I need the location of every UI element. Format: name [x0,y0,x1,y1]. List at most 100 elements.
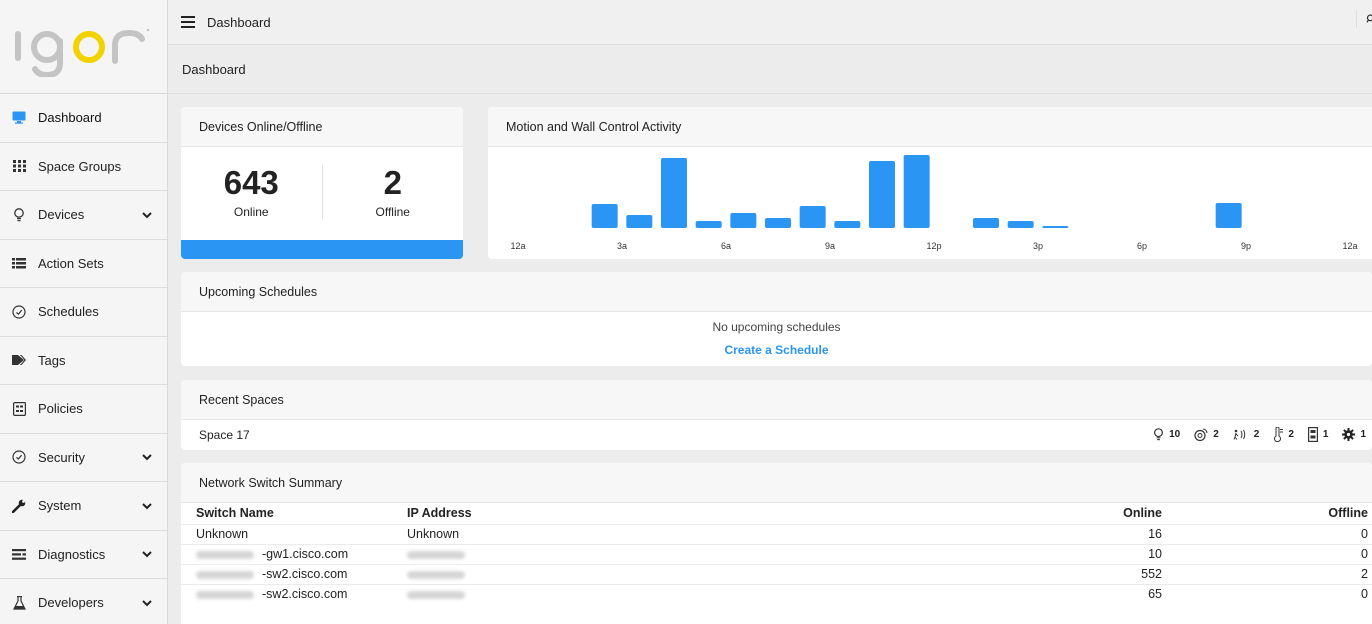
recent-spaces-card: Recent Spaces Space 17 10 2 2 2 1 1 [181,380,1372,450]
offline-count: 0 [1162,523,1372,544]
column-header-offline[interactable]: Offline [1162,503,1372,524]
activity-bar-1p[interactable] [973,218,999,228]
activity-bar-4a[interactable] [661,158,687,228]
switch-name-cell: -sw2.cisco.com [181,583,392,604]
activity-bar-11a[interactable] [903,155,930,228]
redacted-text [407,590,465,599]
sidebar-item-schedules[interactable]: Schedules [0,288,167,337]
offline-count: 2 [383,163,402,201]
ip-address: Unknown [392,523,862,544]
sidebar-item-label: Dashboard [38,110,102,126]
online-ratio-bar [181,240,463,259]
table-row[interactable]: -sw2.cisco.com 65 0 [181,583,1372,604]
space-device-stats: 10 2 2 2 1 1 [1153,427,1372,442]
sidebar-item-policies[interactable]: Policies [0,385,167,434]
stat-value: 2 [1253,429,1260,440]
activity-bar-2p[interactable] [1007,221,1034,228]
column-header-online[interactable]: Online [862,503,1162,524]
activity-bar-8a[interactable] [799,206,826,228]
offline-count: 2 [1162,563,1372,584]
breadcrumb-current: Dashboard [182,62,246,77]
sidebar-item-label: System [38,498,82,514]
policy-icon [12,401,26,416]
x-tick-label: 12a [510,241,525,251]
sidebar-item-system[interactable]: System [0,482,167,531]
igor-logo[interactable]: igor [0,0,167,94]
x-tick-label: 9p [1241,241,1251,251]
network-switch-summary-card: Network Switch Summary Switch Name IP Ad… [181,463,1372,624]
chevron-down-icon[interactable] [141,209,153,221]
activity-bar-chart: 12a 3a 6a 9a 12p 3p 6p 9p 12a [510,155,1358,251]
sidebar-item-space-groups[interactable]: Space Groups [0,143,167,191]
search-icon[interactable] [1356,10,1372,28]
activity-bar-6a[interactable] [730,213,757,228]
online-count: 10 [862,543,1162,564]
gear-icon [1342,428,1356,441]
space-name[interactable]: Space 17 [199,428,1153,442]
card-title: Devices Online/Offline [181,107,463,147]
header-title: Dashboard [207,14,271,30]
stat-sensors: 2 [1194,428,1219,441]
sidebar-item-devices[interactable]: Devices [0,191,167,240]
activity-bar-3p[interactable] [1042,226,1069,228]
table-row[interactable]: -sw2.cisco.com 552 2 [181,563,1372,584]
redacted-text [407,550,465,559]
hamburger-menu-icon[interactable] [181,16,195,28]
wrench-icon [12,499,26,513]
stat-motion: 2 [1233,429,1260,440]
chevron-down-icon[interactable] [141,548,153,560]
sidebar-item-label: Developers [38,595,104,611]
shield-icon [12,450,26,464]
x-tick-label: 3a [617,241,627,251]
table-row[interactable]: Unknown Unknown 16 0 [181,523,1372,544]
devices-online-offline-card: Devices Online/Offline 643 Online 2 Offl… [181,107,463,259]
table-row[interactable]: -gw1.cisco.com 10 0 [181,543,1372,564]
online-label: Online [233,205,269,220]
stat-wall-controls: 1 [1307,427,1329,442]
network-switch-table: Switch Name IP Address Online Offline Un… [181,503,1372,604]
stat-value: 1 [1322,429,1329,440]
upcoming-schedules-card: Upcoming Schedules No upcoming schedules… [181,272,1372,366]
motion-wall-control-activity-card: Motion and Wall Control Activity 12a 3a 6a… [488,107,1372,259]
stat-value: 2 [1213,429,1219,440]
sidebar-item-security[interactable]: Security [0,434,167,482]
column-header-switch-name[interactable]: Switch Name [181,503,392,524]
sidebar-item-tags[interactable]: Tags [0,337,167,385]
activity-bar-5a[interactable] [695,221,722,228]
ip-address-cell [392,543,862,564]
offline-count: 0 [1162,583,1372,604]
activity-bar-10a[interactable] [869,161,895,228]
sidebar-item-diagnostics[interactable]: Diagnostics [0,531,167,579]
activity-bar-2a[interactable] [591,204,618,228]
redacted-text [196,550,254,559]
switch-name: -gw1.cisco.com [262,547,349,561]
ip-address-cell [392,563,862,584]
chevron-down-icon[interactable] [141,451,153,463]
redacted-text [407,570,465,579]
activity-bar-8p[interactable] [1215,203,1242,228]
online-devices[interactable]: 643 Online [181,164,322,220]
sidebar-item-label: Devices [38,207,85,223]
x-tick-label: 6p [1137,241,1147,251]
top-bar: Dashboard [168,0,1372,45]
sidebar-item-label: Schedules [38,304,99,320]
sidebar-item-label: Security [38,449,85,465]
activity-bar-3a[interactable] [626,215,653,228]
sidebar-item-developers[interactable]: Developers [0,579,167,624]
sidebar-item-action-sets[interactable]: Action Sets [0,240,167,288]
chevron-down-icon[interactable] [141,500,153,512]
sidebar: igor Dashboard Space Groups Devices Acti… [0,0,168,624]
sidebar-item-label: Space Groups [38,158,122,174]
activity-bar-9a[interactable] [834,221,861,228]
activity-bar-7a[interactable] [765,218,791,228]
column-header-ip-address[interactable]: IP Address [392,503,862,524]
x-tick-label: 12p [926,241,941,251]
create-schedule-link[interactable]: Create a Schedule [181,343,1372,357]
sidebar-item-dashboard[interactable]: Dashboard [0,94,167,143]
chevron-down-icon[interactable] [141,597,153,609]
space-row[interactable]: Space 17 10 2 2 2 1 1 [181,420,1372,449]
offline-devices[interactable]: 2 Offline [321,163,464,220]
stat-value: 2 [1288,429,1294,440]
list-icon [12,256,26,270]
redacted-text [196,570,254,579]
